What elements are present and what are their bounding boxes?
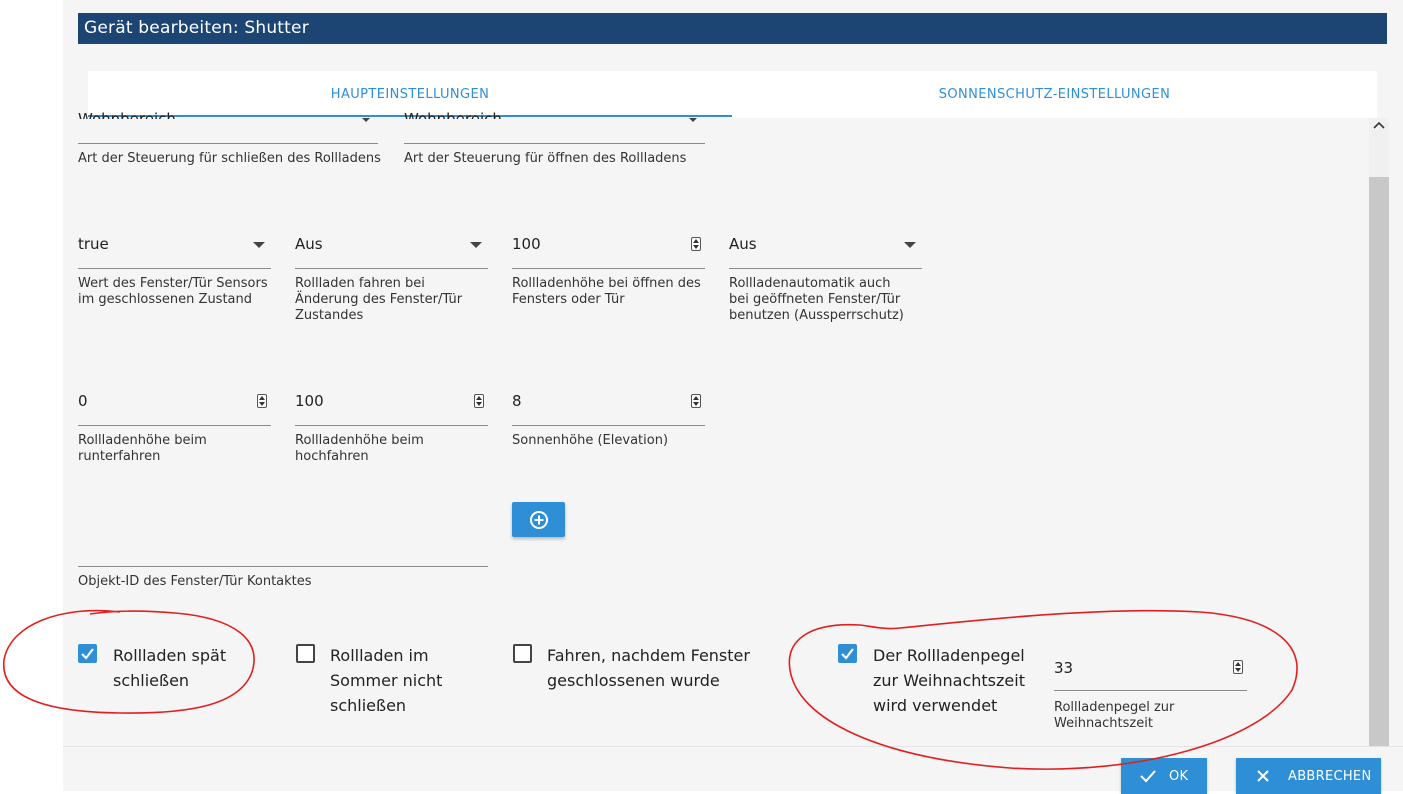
annotation-overlay [3,609,1298,770]
annotation-circle-right [788,609,1298,770]
annotation-circle-left [3,609,255,714]
